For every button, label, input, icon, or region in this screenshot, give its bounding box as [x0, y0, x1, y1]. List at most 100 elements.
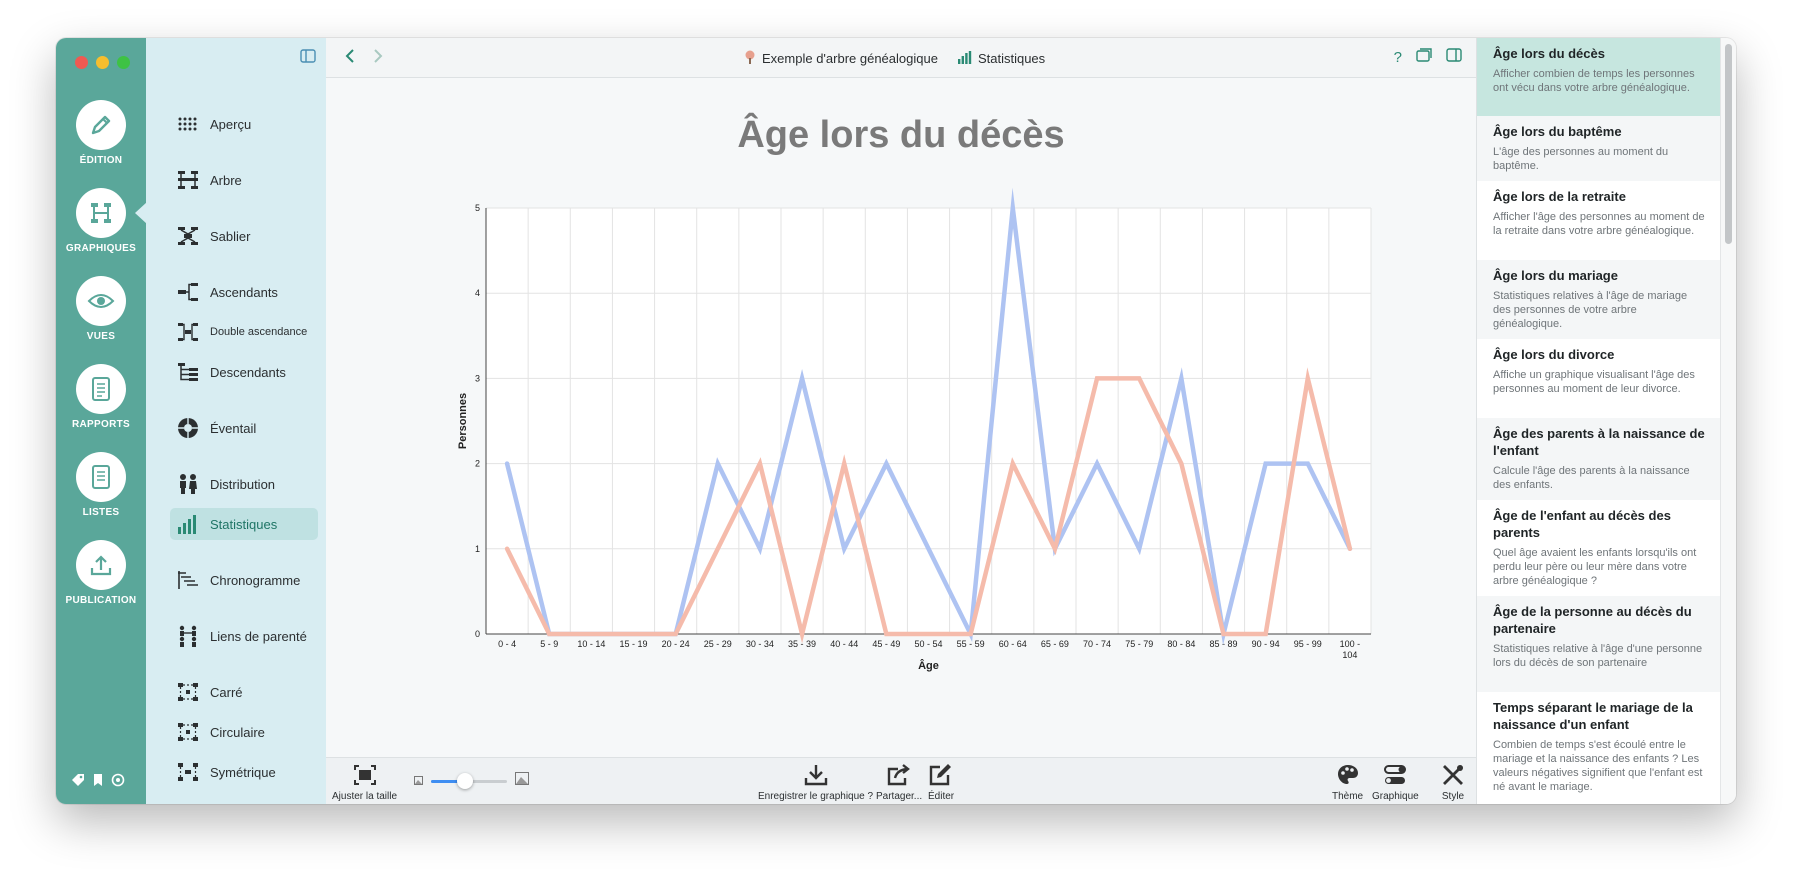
list-item[interactable]: Âge lors du mariage Statistiques relativ…: [1477, 260, 1720, 339]
zoom-in-image-icon: [515, 772, 529, 790]
windows-icon[interactable]: [1416, 48, 1432, 67]
list-item-title: Âge lors du décès: [1493, 46, 1605, 61]
theme-button[interactable]: Thème: [1332, 763, 1363, 802]
list-item[interactable]: Temps séparant le mariage de la naissanc…: [1477, 692, 1720, 804]
sidebar-item-apercu[interactable]: Aperçu: [170, 108, 318, 140]
close-window-button[interactable]: [75, 56, 88, 69]
sidebar-item-sablier[interactable]: Sablier: [170, 220, 318, 252]
minimize-window-button[interactable]: [96, 56, 109, 69]
list-item-title: Temps séparant le mariage de la naissanc…: [1493, 700, 1693, 732]
sidebar-item-label: Ascendants: [210, 284, 278, 300]
x-tick-label: 45 - 49: [872, 639, 900, 649]
sidebar-item-statistiques[interactable]: Statistiques: [170, 508, 318, 540]
list-item[interactable]: Âge lors du décès Afficher combien de te…: [1477, 38, 1720, 116]
y-tick-label: 5: [475, 203, 480, 213]
list-item[interactable]: Âge des parents à la naissance de l'enfa…: [1477, 418, 1720, 500]
descendants-icon: [176, 361, 200, 383]
double-ascendance-icon: [176, 321, 200, 343]
breadcrumb-tree[interactable]: Exemple d'arbre généalogique: [744, 50, 938, 67]
report-icon: [76, 364, 126, 414]
help-button[interactable]: ?: [1394, 49, 1402, 66]
sidebar-item-chronogramme[interactable]: Chronogramme: [170, 564, 318, 596]
toolbar-bottom-icons: [71, 773, 125, 792]
share-button[interactable]: Partager...: [876, 763, 922, 802]
zoom-window-button[interactable]: [117, 56, 130, 69]
zoom-track[interactable]: [431, 772, 507, 789]
toolbar-vues[interactable]: VUES: [56, 276, 146, 342]
network-icon[interactable]: [111, 773, 125, 792]
x-tick-label: 70 - 74: [1083, 639, 1111, 649]
sidebar-item-double-ascendance[interactable]: Double ascendance: [170, 316, 318, 348]
x-tick-label: 90 - 94: [1252, 639, 1280, 649]
toolbar-label: VUES: [86, 331, 116, 342]
sidebar-item-arbre[interactable]: Arbre: [170, 164, 318, 196]
x-tick-label: 50 - 54: [914, 639, 942, 649]
sidebar-item-circulaire[interactable]: Circulaire: [170, 716, 318, 748]
sidebar-item-distribution[interactable]: Distribution: [170, 468, 318, 500]
list-item[interactable]: Âge lors du divorce Affiche un graphique…: [1477, 339, 1720, 418]
list-item-description: Statistiques relative à l'âge d'une pers…: [1493, 643, 1703, 669]
sidebar-item-carre[interactable]: Carré: [170, 676, 318, 708]
family-tree-icon: [744, 50, 756, 67]
toolbar-publication[interactable]: PUBLICATION: [56, 540, 146, 606]
sidebar-item-descendants[interactable]: Descendants: [170, 356, 318, 388]
toolbar-graphiques[interactable]: GRAPHIQUES: [56, 188, 147, 254]
zoom-slider[interactable]: [414, 772, 529, 790]
x-tick-label: 75 - 79: [1125, 639, 1153, 649]
square-chart-icon: [176, 681, 200, 703]
sidebar-item-liens-de-parente[interactable]: Liens de parenté: [170, 620, 318, 652]
charts-sidebar: Aperçu Arbre Sablier Ascendants Double a…: [146, 38, 326, 804]
sidebar-item-label: Descendants: [210, 364, 286, 380]
x-tick-label: 40 - 44: [830, 639, 858, 649]
list-scrollbar[interactable]: [1720, 38, 1736, 804]
tools-icon: [1441, 763, 1465, 787]
style-button[interactable]: Style: [1441, 763, 1465, 802]
list-item[interactable]: Âge de la personne au décès du partenair…: [1477, 596, 1720, 692]
toolbar-label: GRAPHIQUES: [65, 243, 137, 254]
breadcrumb-view[interactable]: Statistiques: [957, 50, 1045, 67]
scrollbar-thumb[interactable]: [1725, 44, 1732, 244]
zoom-knob[interactable]: [457, 772, 474, 789]
list-item[interactable]: Âge de l'enfant au décès des parents Que…: [1477, 500, 1720, 596]
x-tick-label: 65 - 69: [1041, 639, 1069, 649]
y-tick-label: 3: [475, 373, 480, 383]
toolbar-listes[interactable]: LISTES: [56, 452, 146, 518]
tag-icon[interactable]: [71, 773, 85, 792]
toolbar-edition[interactable]: ÉDITION: [56, 100, 146, 166]
inspector-toggle-icon[interactable]: [1446, 48, 1462, 67]
fit-size-icon: [332, 763, 397, 787]
forward-arrow-icon[interactable]: [372, 47, 384, 70]
ascendants-icon: [176, 281, 200, 303]
sidebar-item-label: Liens de parenté: [210, 628, 307, 644]
chart-settings-button[interactable]: Graphique: [1372, 763, 1419, 802]
x-tick-label: 15 - 19: [619, 639, 647, 649]
relationship-icon: [176, 625, 200, 647]
bookmark-icon[interactable]: [92, 773, 104, 792]
chart-settings-label: Graphique: [1372, 791, 1419, 802]
save-chart-button[interactable]: Enregistrer le graphique ?: [758, 763, 873, 802]
zoom-out-image-icon: [414, 772, 423, 790]
sidebar-item-label: Carré: [210, 684, 243, 700]
sidebar-item-label: Symétrique: [210, 764, 276, 780]
list-item[interactable]: Âge lors du baptême L'âge des personnes …: [1477, 116, 1720, 181]
sidebar-item-symetrique[interactable]: Symétrique: [170, 756, 318, 788]
sidebar-item-ascendants[interactable]: Ascendants: [170, 276, 318, 308]
hourglass-icon: [176, 225, 200, 247]
x-tick-label: 55 - 59: [957, 639, 985, 649]
toolbar-rapports[interactable]: RAPPORTS: [56, 364, 146, 430]
edit-label: Éditer: [928, 791, 955, 802]
back-arrow-icon[interactable]: [344, 47, 356, 70]
list-item[interactable]: Âge lors de la retraite Afficher l'âge d…: [1477, 181, 1720, 260]
sidebar-item-eventail[interactable]: Éventail: [170, 412, 318, 444]
sidebar-toggle-icon[interactable]: [300, 49, 316, 68]
breadcrumb-tree-label: Exemple d'arbre généalogique: [762, 51, 938, 66]
bottom-toolbar: Ajuster la taille Enregistrer le graphiq…: [326, 757, 1476, 804]
sidebar-item-label: Sablier: [210, 228, 251, 244]
toolbar-label: ÉDITION: [79, 155, 123, 166]
sidebar-item-label: Éventail: [210, 420, 257, 436]
fit-size-button[interactable]: Ajuster la taille: [332, 763, 397, 802]
share-icon: [876, 763, 922, 787]
list-item-title: Âge lors du baptême: [1493, 124, 1622, 139]
x-tick-label: 20 - 24: [662, 639, 690, 649]
edit-button[interactable]: Éditer: [928, 763, 954, 802]
